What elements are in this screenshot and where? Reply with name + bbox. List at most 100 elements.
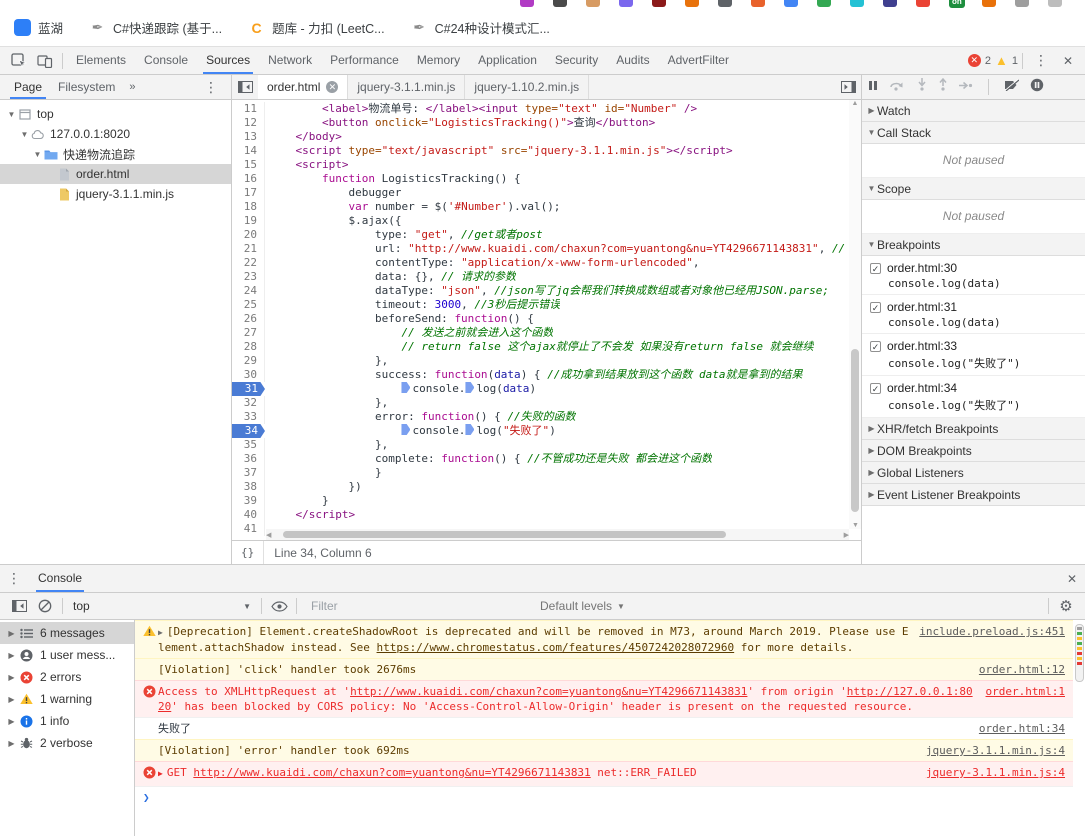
navigator-menu-icon[interactable]: ⋮ <box>197 79 225 96</box>
inline-breakpoint-marker[interactable] <box>465 424 474 435</box>
warning-badge-icon[interactable]: ▲ <box>995 54 1008 67</box>
line-number[interactable]: 11 <box>232 102 265 116</box>
console-prompt[interactable]: ❯ <box>135 786 1073 808</box>
tab-network[interactable]: Network <box>259 47 321 74</box>
close-tab-icon[interactable]: ✕ <box>326 81 338 93</box>
pretty-print-button[interactable]: {} <box>232 541 264 564</box>
inline-breakpoint-marker[interactable] <box>401 382 410 393</box>
line-number[interactable]: 23 <box>232 270 265 284</box>
line-number[interactable]: 34 <box>232 424 265 438</box>
line-number[interactable]: 29 <box>232 354 265 368</box>
source-location-link[interactable]: include.preload.js:451 <box>919 624 1065 639</box>
line-number[interactable]: 33 <box>232 410 265 424</box>
row-caret-icon[interactable]: ▶ <box>6 629 17 638</box>
breakpoint-entry[interactable]: ✓order.html:31console.log(data) <box>862 295 1085 334</box>
console-filter-1-warning[interactable]: ▶1 warning <box>0 688 134 710</box>
line-number[interactable]: 41 <box>232 522 265 536</box>
console-close-icon[interactable]: ✕ <box>1059 572 1085 586</box>
tree-item-top[interactable]: ▼top <box>0 104 231 124</box>
tab-advertfilter[interactable]: AdvertFilter <box>659 47 738 74</box>
source-location-link[interactable]: order.html:12 <box>979 662 1065 677</box>
step-icon[interactable] <box>959 78 973 96</box>
message-url-link[interactable]: https://www.chromestatus.com/features/45… <box>377 641 735 654</box>
tab-memory[interactable]: Memory <box>408 47 469 74</box>
console-filter-input[interactable] <box>311 599 526 613</box>
console-filter-2-verbose[interactable]: ▶2 verbose <box>0 732 134 754</box>
line-number[interactable]: 37 <box>232 466 265 480</box>
breakpoint-checkbox[interactable]: ✓ <box>870 383 881 394</box>
devtools-menu-icon[interactable]: ⋮ <box>1027 52 1055 69</box>
message-url-link[interactable]: http://www.kuaidi.com/chaxun?com=yuanton… <box>193 766 590 779</box>
line-number[interactable]: 19 <box>232 214 265 228</box>
device-toolbar-icon[interactable] <box>32 49 58 73</box>
execution-context-selector[interactable]: top ▼ <box>67 599 257 613</box>
tree-item-order.html[interactable]: order.html <box>0 164 231 184</box>
editor-vertical-scrollbar[interactable]: ▲▼ <box>849 100 861 529</box>
line-number[interactable]: 13 <box>232 130 265 144</box>
section-scope[interactable]: ▼Scope <box>862 178 1085 200</box>
section-call-stack[interactable]: ▼Call Stack <box>862 122 1085 144</box>
console-scroll-markers[interactable] <box>1075 624 1084 682</box>
line-number[interactable]: 25 <box>232 298 265 312</box>
devtools-close-icon[interactable]: ✕ <box>1055 54 1081 68</box>
toggle-navigator-icon[interactable] <box>232 75 258 99</box>
line-number[interactable]: 38 <box>232 480 265 494</box>
section-xhr-fetch-breakpoints[interactable]: ▶XHR/fetch Breakpoints <box>862 418 1085 440</box>
tree-caret-icon[interactable]: ▼ <box>6 110 17 119</box>
bookmark-item[interactable]: 蓝湖 <box>14 18 63 37</box>
bookmark-item[interactable]: C题库 - 力扣 (LeetC... <box>248 18 385 37</box>
source-location-link[interactable]: jquery-3.1.1.min.js:4 <box>926 765 1065 780</box>
breakpoint-entry[interactable]: ✓order.html:30console.log(data) <box>862 256 1085 295</box>
editor-tab-order.html[interactable]: order.html✕ <box>258 75 348 99</box>
console-sidebar-toggle-icon[interactable] <box>6 594 32 618</box>
inline-breakpoint-marker[interactable] <box>401 424 410 435</box>
tab-console[interactable]: Console <box>135 47 197 74</box>
message-url-link[interactable]: http://www.kuaidi.com/chaxun?com=yuanton… <box>350 685 747 698</box>
line-number[interactable]: 28 <box>232 340 265 354</box>
section-breakpoints[interactable]: ▼Breakpoints <box>862 234 1085 256</box>
line-number[interactable]: 21 <box>232 242 265 256</box>
toggle-debugger-sidebar-icon[interactable] <box>835 75 861 99</box>
editor-tab-jquery-1.10.2.min.js[interactable]: jquery-1.10.2.min.js <box>465 75 589 99</box>
inspect-element-icon[interactable] <box>6 49 32 73</box>
step-into-icon[interactable] <box>917 78 927 96</box>
tree-item-[interactable]: ▼快递物流追踪 <box>0 144 231 164</box>
breakpoint-entry[interactable]: ✓order.html:33console.log("失败了") <box>862 334 1085 376</box>
line-number[interactable]: 30 <box>232 368 265 382</box>
bookmark-item[interactable]: ✒C#快递跟踪 (基于... <box>89 18 222 37</box>
tab-console[interactable]: Console <box>36 565 84 592</box>
row-caret-icon[interactable]: ▶ <box>6 673 17 682</box>
section-global-listeners[interactable]: ▶Global Listeners <box>862 462 1085 484</box>
pause-script-icon[interactable] <box>868 78 878 96</box>
breakpoint-checkbox[interactable]: ✓ <box>870 302 881 313</box>
tree-item-127.0.0.18020[interactable]: ▼127.0.0.1:8020 <box>0 124 231 144</box>
drawer-menu-icon[interactable]: ⋮ <box>0 570 28 587</box>
section-dom-breakpoints[interactable]: ▶DOM Breakpoints <box>862 440 1085 462</box>
pause-on-exceptions-icon[interactable] <box>1030 78 1044 97</box>
section-watch[interactable]: ▶Watch <box>862 100 1085 122</box>
clear-console-icon[interactable] <box>32 594 58 618</box>
step-out-icon[interactable] <box>938 78 948 96</box>
eye-icon[interactable] <box>266 594 292 618</box>
console-filter-1-user-mess-[interactable]: ▶1 user mess... <box>0 644 134 666</box>
tree-caret-icon[interactable]: ▼ <box>32 150 43 159</box>
inline-breakpoint-marker[interactable] <box>465 382 474 393</box>
section-event-listener-breakpoints[interactable]: ▶Event Listener Breakpoints <box>862 484 1085 506</box>
line-number[interactable]: 20 <box>232 228 265 242</box>
expand-caret-icon[interactable]: ▶ <box>158 769 163 778</box>
tab-filesystem[interactable]: Filesystem <box>50 75 123 99</box>
tab-sources[interactable]: Sources <box>197 47 259 74</box>
line-number[interactable]: 40 <box>232 508 265 522</box>
editor-horizontal-scrollbar[interactable]: ◀▶ <box>266 529 849 540</box>
tab-security[interactable]: Security <box>546 47 607 74</box>
expand-caret-icon[interactable]: ▶ <box>158 628 163 637</box>
levels-dropdown[interactable]: Default levels ▼ <box>540 599 625 613</box>
row-caret-icon[interactable]: ▶ <box>6 695 17 704</box>
line-number[interactable]: 17 <box>232 186 265 200</box>
editor-tab-jquery-3.1.1.min.js[interactable]: jquery-3.1.1.min.js <box>348 75 465 99</box>
line-number[interactable]: 32 <box>232 396 265 410</box>
error-badge-icon[interactable]: ✕ <box>968 54 981 67</box>
line-number[interactable]: 36 <box>232 452 265 466</box>
row-caret-icon[interactable]: ▶ <box>6 717 17 726</box>
tab-application[interactable]: Application <box>469 47 546 74</box>
